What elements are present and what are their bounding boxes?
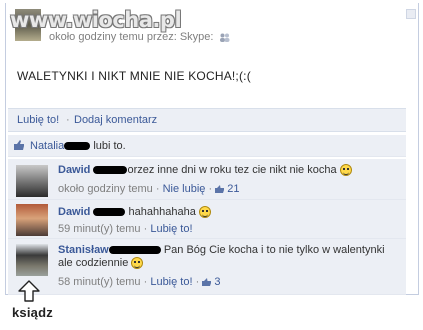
comment-body: Dawid hahahhahaha	[58, 206, 398, 219]
comment: Dawid hahahhahaha 59 minut(y) temu · Lub…	[8, 200, 406, 239]
post-options[interactable]	[404, 3, 418, 50]
likes-row: Natalia lubi to.	[8, 135, 406, 157]
post-meta: około godziny temu przez: Skype:	[49, 31, 230, 43]
commenter-name[interactable]: Stanisław	[58, 244, 109, 256]
separator: ·	[143, 276, 148, 288]
commenter-name[interactable]: Dawid	[58, 164, 90, 176]
like-link[interactable]: Lubię to!	[150, 223, 192, 235]
unlike-link[interactable]: Nie lubię	[163, 183, 206, 195]
comment-body: Dawid orzez inne dni w roku tez cie nikt…	[58, 164, 398, 177]
redaction	[64, 142, 91, 151]
commenter-avatar[interactable]	[16, 165, 48, 197]
separator: ·	[195, 276, 200, 288]
separator: ·	[208, 183, 213, 195]
watermark: www.wiocha.pl	[10, 8, 182, 32]
up-arrow-icon	[18, 280, 40, 302]
separator: ·	[155, 183, 160, 195]
post-header: około godziny temu przez: Skype: www.wio…	[6, 3, 418, 50]
post-time: około godziny temu przez: Skype:	[49, 31, 214, 43]
likes-suffix: lubi to.	[93, 140, 126, 152]
liker-name[interactable]: Natalia	[30, 140, 64, 152]
facebook-post: około godziny temu przez: Skype: www.wio…	[5, 3, 419, 295]
comment-text: hahahhahaha	[128, 206, 196, 218]
caption: ksiądz	[12, 305, 53, 320]
comment: Stanisław Pan Bóg Cie kocha i to nie tyl…	[8, 239, 406, 295]
like-thumb-icon	[14, 140, 24, 150]
comment-time: około godziny temu	[58, 183, 153, 195]
like-link[interactable]: Lubię to!	[150, 276, 192, 288]
commenter-name[interactable]: Dawid	[58, 206, 90, 218]
post-actions: Lubię to! · Dodaj komentarz	[8, 108, 406, 132]
like-thumb-icon	[215, 185, 225, 194]
like-count[interactable]: 3	[214, 276, 220, 288]
comment-meta: około godziny temu · Nie lubię · 21	[58, 183, 240, 195]
smiley-icon	[339, 164, 352, 177]
comment-body: Stanisław Pan Bóg Cie kocha i to nie tyl…	[58, 244, 398, 270]
people-icon	[219, 33, 230, 42]
add-comment-link[interactable]: Dodaj komentarz	[74, 114, 157, 126]
comment-time: 58 minut(y) temu	[58, 276, 141, 288]
comment-text: orzez inne dni w roku tez cie nikt nie k…	[127, 164, 337, 176]
separator: ·	[66, 114, 70, 126]
close-icon[interactable]	[406, 9, 416, 19]
comment-time: 59 minut(y) temu	[58, 223, 141, 235]
like-link[interactable]: Lubię to!	[17, 114, 59, 126]
smiley-icon	[131, 257, 144, 270]
redaction	[93, 166, 128, 175]
redaction	[108, 246, 161, 255]
smiley-icon	[198, 206, 211, 219]
commenter-avatar[interactable]	[16, 244, 48, 276]
like-count[interactable]: 21	[227, 183, 239, 195]
redaction	[93, 208, 126, 217]
commenter-avatar[interactable]	[16, 204, 48, 236]
comment-meta: 59 minut(y) temu · Lubię to!	[58, 223, 193, 235]
separator: ·	[143, 223, 148, 235]
likes-text: Natalia lubi to.	[30, 140, 126, 152]
comment-meta: 58 minut(y) temu · Lubię to! · 3	[58, 276, 221, 288]
post-text: WALETYNKI I NIKT MNIE NIE KOCHA!;(:(	[17, 69, 251, 83]
like-thumb-icon	[202, 278, 212, 287]
comment: Dawid orzez inne dni w roku tez cie nikt…	[8, 159, 406, 200]
